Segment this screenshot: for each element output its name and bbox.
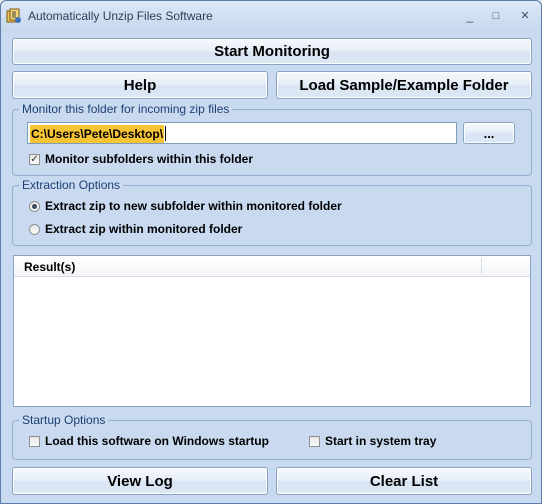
close-button[interactable]: ✕ bbox=[514, 7, 536, 25]
column-divider bbox=[481, 258, 482, 274]
extract-new-subfolder-label: Extract zip to new subfolder within moni… bbox=[45, 199, 342, 213]
clear-list-button[interactable]: Clear List bbox=[276, 467, 532, 495]
window-title: Automatically Unzip Files Software bbox=[28, 9, 213, 23]
startup-options-legend: Startup Options bbox=[19, 413, 109, 427]
extract-new-subfolder-radio[interactable] bbox=[29, 200, 40, 212]
folder-path-value: C:\Users\Pete\Desktop\ bbox=[30, 125, 165, 143]
system-tray-checkbox-row[interactable]: Start in system tray bbox=[309, 434, 436, 448]
maximize-button[interactable]: □ bbox=[485, 7, 507, 25]
start-monitoring-button[interactable]: Start Monitoring bbox=[12, 38, 532, 65]
extract-new-subfolder-option[interactable]: Extract zip to new subfolder within moni… bbox=[29, 199, 342, 213]
app-icon bbox=[6, 8, 21, 23]
extract-within-folder-label: Extract zip within monitored folder bbox=[45, 222, 243, 236]
monitor-subfolders-checkbox-row[interactable]: ✓ Monitor subfolders within this folder bbox=[29, 152, 253, 166]
client-area: Start Monitoring Help Load Sample/Exampl… bbox=[5, 32, 537, 500]
load-on-startup-label: Load this software on Windows startup bbox=[45, 434, 269, 448]
results-list[interactable]: Result(s) bbox=[13, 255, 531, 407]
monitor-subfolders-label: Monitor subfolders within this folder bbox=[45, 152, 253, 166]
title-bar[interactable]: Automatically Unzip Files Software _ □ ✕ bbox=[1, 1, 541, 32]
extraction-options-group: Extraction Options Extract zip to new su… bbox=[12, 178, 532, 246]
view-log-button[interactable]: View Log bbox=[12, 467, 268, 495]
extract-within-folder-radio[interactable] bbox=[29, 223, 40, 235]
extraction-options-legend: Extraction Options bbox=[19, 178, 124, 192]
folder-path-input[interactable]: C:\Users\Pete\Desktop\ bbox=[27, 122, 457, 144]
help-button[interactable]: Help bbox=[12, 71, 268, 99]
results-list-header: Result(s) bbox=[14, 256, 530, 277]
monitor-folder-group: Monitor this folder for incoming zip fil… bbox=[12, 102, 532, 176]
system-tray-checkbox[interactable] bbox=[309, 435, 320, 447]
startup-options-group: Startup Options Load this software on Wi… bbox=[12, 413, 532, 460]
app-window: Automatically Unzip Files Software _ □ ✕… bbox=[0, 0, 542, 504]
results-column-header[interactable]: Result(s) bbox=[24, 260, 75, 274]
monitor-folder-legend: Monitor this folder for incoming zip fil… bbox=[19, 102, 233, 116]
load-on-startup-checkbox-row[interactable]: Load this software on Windows startup bbox=[29, 434, 269, 448]
minimize-button[interactable]: _ bbox=[459, 7, 481, 25]
monitor-subfolders-checkbox[interactable]: ✓ bbox=[29, 153, 40, 165]
extract-within-folder-option[interactable]: Extract zip within monitored folder bbox=[29, 222, 242, 236]
browse-folder-button[interactable]: ... bbox=[463, 122, 515, 144]
system-tray-label: Start in system tray bbox=[325, 434, 437, 448]
load-on-startup-checkbox[interactable] bbox=[29, 435, 40, 447]
text-caret bbox=[165, 126, 166, 141]
load-sample-folder-button[interactable]: Load Sample/Example Folder bbox=[276, 71, 532, 99]
